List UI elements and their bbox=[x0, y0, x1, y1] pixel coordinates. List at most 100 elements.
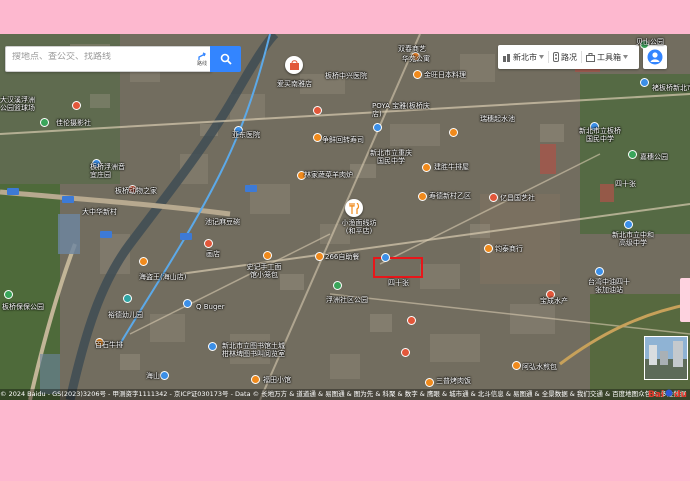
poi-label[interactable]: 百石牛排 bbox=[95, 341, 123, 349]
gas-station-icon[interactable] bbox=[595, 267, 604, 276]
poi-label[interactable]: 华苑公寓 bbox=[402, 55, 430, 63]
poi-label[interactable]: 瑞穗起水池 bbox=[480, 115, 515, 123]
poi-label[interactable]: 争鲜回转寿司 bbox=[322, 136, 364, 144]
selected-area-highlight bbox=[373, 257, 423, 278]
panorama-thumbnail[interactable] bbox=[644, 336, 688, 380]
park-icon[interactable] bbox=[4, 290, 13, 299]
poi-label[interactable]: 双春商艺 bbox=[398, 45, 426, 53]
poi-label[interactable]: 板桥动物之家 bbox=[115, 187, 157, 195]
poi-label[interactable]: 爱买南雅店 bbox=[277, 80, 312, 88]
fork-knife-icon bbox=[348, 202, 359, 214]
poi-icon[interactable] bbox=[422, 163, 431, 172]
poi-label[interactable]: 嘉穗公园 bbox=[640, 153, 668, 161]
highway-shield-icon bbox=[245, 185, 257, 192]
poi-icon[interactable] bbox=[401, 348, 410, 357]
poi-label[interactable]: 三普烤肉饭 bbox=[436, 377, 471, 385]
route-button[interactable]: 路线 bbox=[192, 49, 212, 69]
school-icon[interactable] bbox=[624, 220, 633, 229]
poi-icon[interactable] bbox=[263, 251, 272, 260]
poi-label[interactable]: 亚东医院 bbox=[232, 131, 260, 139]
poi-label[interactable]: 新北市立图书馆土城柑林埤图书叫阅览室 bbox=[222, 342, 288, 358]
poi-label[interactable]: 池记麻豆碗 bbox=[205, 218, 240, 226]
search-input[interactable] bbox=[12, 52, 182, 62]
poi-label[interactable]: 海山 bbox=[146, 372, 160, 380]
poi-label[interactable]: 佳伦摄影社 bbox=[56, 119, 91, 127]
poi-label[interactable]: 阿弘水煎包 bbox=[522, 363, 557, 371]
poi-label[interactable]: 林家蔬菜羊肉炉 bbox=[304, 171, 353, 179]
side-panel-toggle[interactable] bbox=[680, 278, 690, 322]
poi-icon[interactable] bbox=[449, 128, 458, 137]
highway-shield-icon bbox=[180, 233, 192, 240]
poi-label[interactable]: 四十张 bbox=[388, 279, 409, 287]
poi-label[interactable]: 板桥浮洲音宜庄园 bbox=[90, 163, 130, 179]
search-button[interactable] bbox=[210, 46, 241, 72]
poi-icon[interactable] bbox=[418, 192, 427, 201]
poi-label[interactable]: 板桥中兴医院 bbox=[325, 72, 367, 80]
poi-label[interactable]: 新北市立中和高级中学 bbox=[609, 231, 657, 247]
poi-label[interactable]: 福田小馆 bbox=[263, 376, 291, 384]
traffic-label: 路况 bbox=[561, 52, 577, 62]
school-icon[interactable] bbox=[373, 123, 382, 132]
poi-label[interactable]: 新北市立重庆国民中学 bbox=[368, 149, 414, 165]
metro-icon[interactable] bbox=[160, 371, 169, 380]
poi-icon[interactable] bbox=[425, 378, 434, 387]
poi-label[interactable]: POYA 宝雅(板桥庆店) bbox=[372, 102, 432, 118]
poi-icon[interactable] bbox=[313, 133, 322, 142]
poi-label[interactable]: 画店 bbox=[206, 250, 220, 258]
poi-icon[interactable] bbox=[512, 361, 521, 370]
poi-icon[interactable] bbox=[413, 70, 422, 79]
poi-icon[interactable] bbox=[484, 244, 493, 253]
poi-label[interactable]: 金旺日本料理 bbox=[424, 71, 466, 79]
poi-icon[interactable] bbox=[251, 375, 260, 384]
poi-icon[interactable] bbox=[640, 78, 649, 87]
park-icon[interactable] bbox=[40, 118, 49, 127]
city-selector[interactable]: 新北市 bbox=[498, 45, 548, 69]
shopping-pin-icon[interactable] bbox=[285, 56, 303, 74]
poi-label[interactable]: 台湾中油四十张加油站 bbox=[585, 278, 633, 294]
poi-label[interactable]: 大汉溪浮洲公园篮球场 bbox=[0, 96, 40, 112]
poi-label[interactable]: 海盗王(海山店) bbox=[139, 273, 186, 281]
restaurant-pin-icon[interactable] bbox=[345, 199, 363, 217]
poi-label[interactable]: 钧泰商行 bbox=[495, 245, 523, 253]
tools-label: 工具箱 bbox=[597, 52, 621, 62]
poi-label[interactable]: 褚板桥新北市警局 bbox=[652, 84, 690, 92]
poi-label[interactable]: 寿德新村乙区 bbox=[429, 192, 471, 200]
city-label: 新北市 bbox=[513, 52, 537, 62]
shopping-bag-icon bbox=[289, 59, 299, 70]
user-avatar-button[interactable] bbox=[643, 45, 667, 69]
poi-icon[interactable] bbox=[204, 239, 213, 248]
svg-text:du: du bbox=[674, 390, 687, 399]
poi-label[interactable]: 史记手工面馆小笼包 bbox=[244, 263, 284, 279]
poi-icon[interactable] bbox=[407, 316, 416, 325]
traffic-toggle[interactable]: 路况 bbox=[549, 45, 581, 69]
poi-label[interactable]: 亿昌国艺社 bbox=[500, 194, 535, 202]
tools-menu[interactable]: 工具箱 bbox=[582, 45, 632, 69]
poi-label[interactable]: 小渔面线坊(和平店) bbox=[339, 219, 379, 235]
poi-icon[interactable] bbox=[123, 294, 132, 303]
poi-label[interactable]: 建胜牛排屋 bbox=[434, 163, 469, 171]
poi-label[interactable]: 贝山公园 bbox=[636, 38, 664, 46]
poi-icon[interactable] bbox=[381, 253, 390, 262]
poi-label[interactable]: 新北市立板桥国民中学 bbox=[578, 127, 622, 143]
poi-label[interactable]: 大中华新村 bbox=[82, 208, 117, 216]
poi-icon[interactable] bbox=[72, 101, 81, 110]
highway-shield-icon bbox=[62, 196, 74, 203]
poi-label[interactable]: 宝成水产 bbox=[540, 297, 568, 305]
route-icon bbox=[198, 51, 206, 60]
highway-shield-icon bbox=[100, 231, 112, 238]
poi-label[interactable]: 266自助餐 bbox=[325, 253, 359, 261]
poi-label[interactable]: 浮洲社区公园 bbox=[326, 296, 368, 304]
poi-icon[interactable] bbox=[183, 299, 192, 308]
poi-label[interactable]: 板桥保保公园 bbox=[2, 303, 44, 311]
poi-label[interactable]: Q Buger bbox=[196, 303, 225, 311]
poi-icon[interactable] bbox=[315, 252, 324, 261]
poi-icon[interactable] bbox=[489, 193, 498, 202]
park-icon[interactable] bbox=[333, 281, 342, 290]
poi-icon[interactable] bbox=[313, 106, 322, 115]
library-icon[interactable] bbox=[208, 342, 217, 351]
chevron-down-icon bbox=[539, 55, 544, 59]
poi-label[interactable]: 裕德幼儿园 bbox=[108, 311, 143, 319]
poi-icon[interactable] bbox=[139, 257, 148, 266]
park-icon[interactable] bbox=[628, 150, 637, 159]
poi-label[interactable]: 四十张 bbox=[615, 180, 636, 188]
